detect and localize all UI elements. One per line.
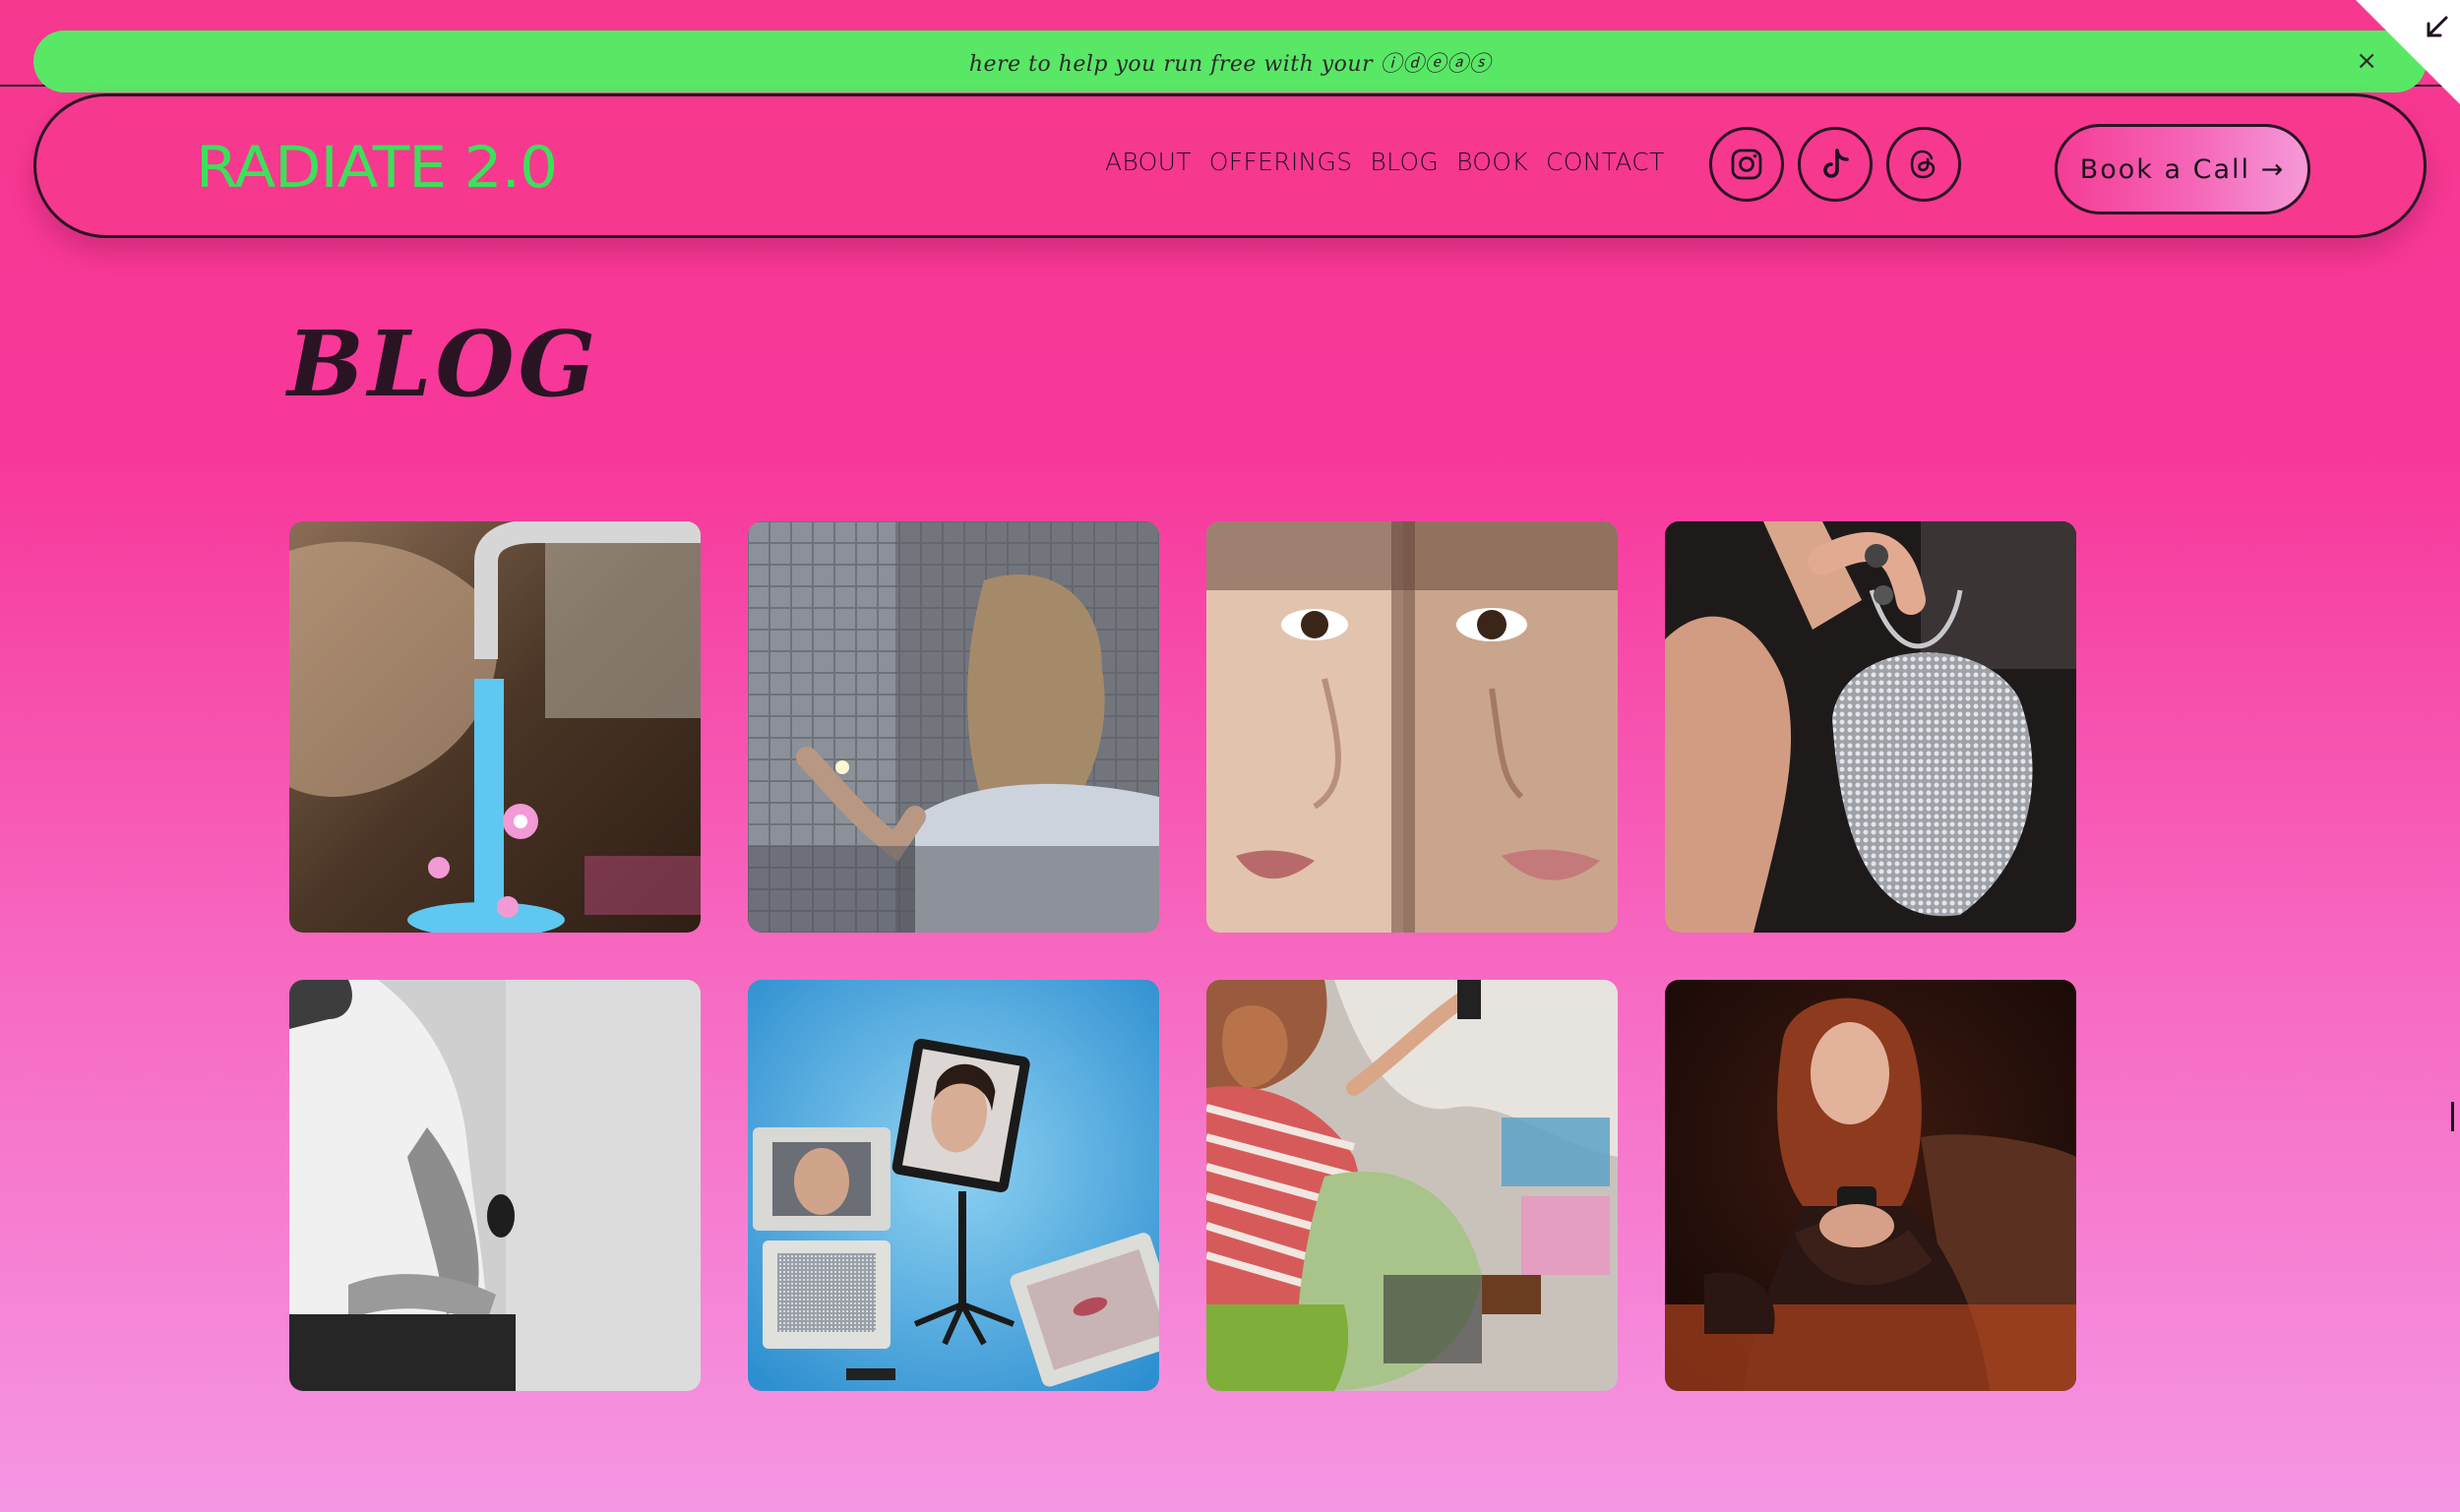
announcement-bar: here to help you run free with your ⓘⓓⓔⓐ… [33,30,2427,92]
nav-book[interactable]: BOOK [1456,148,1528,176]
main-nav: ABOUT OFFERINGS BLOG BOOK CONTACT [1105,148,1665,176]
collapse-corner-icon[interactable] [2356,0,2460,104]
blog-thumbnail [1665,521,2076,933]
instagram-button[interactable] [1709,127,1784,202]
blog-thumbnail [748,980,1159,1391]
threads-icon [1910,150,1936,179]
tiktok-button[interactable] [1798,127,1873,202]
blog-thumbnail [289,980,701,1391]
blog-card[interactable] [1665,521,2076,933]
blog-card[interactable] [289,980,701,1391]
announcement-text: here to help you run free with your ⓘⓓⓔⓐ… [968,51,1492,77]
nav-offerings[interactable]: OFFERINGS [1209,148,1353,176]
site-header: RADIATE 2.0 ABOUT OFFERINGS BLOG BOOK CO… [33,93,2427,238]
blog-card[interactable] [1206,980,1618,1391]
instagram-icon [1731,149,1762,180]
blog-card[interactable] [748,980,1159,1391]
text-cursor-icon [2451,1102,2460,1131]
book-a-call-button[interactable]: Book a Call → [2055,124,2310,214]
nav-about[interactable]: ABOUT [1105,148,1192,176]
blog-thumbnail [1206,980,1618,1391]
blog-card[interactable] [1206,521,1618,933]
site-logo[interactable]: RADIATE 2.0 [196,134,558,201]
blog-grid [289,521,2076,1391]
blog-thumbnail [1206,521,1618,933]
threads-button[interactable] [1886,127,1961,202]
blog-card[interactable] [289,521,701,933]
social-links [1709,127,1961,202]
blog-card[interactable] [1665,980,2076,1391]
blog-card[interactable] [748,521,1159,933]
blog-thumbnail [1665,980,2076,1391]
blog-thumbnail [748,521,1159,933]
blog-thumbnail [289,521,701,933]
nav-contact[interactable]: CONTACT [1546,148,1665,176]
nav-blog[interactable]: BLOG [1370,148,1439,176]
tiktok-icon [1823,149,1849,178]
page-title: BLOG [287,311,600,417]
